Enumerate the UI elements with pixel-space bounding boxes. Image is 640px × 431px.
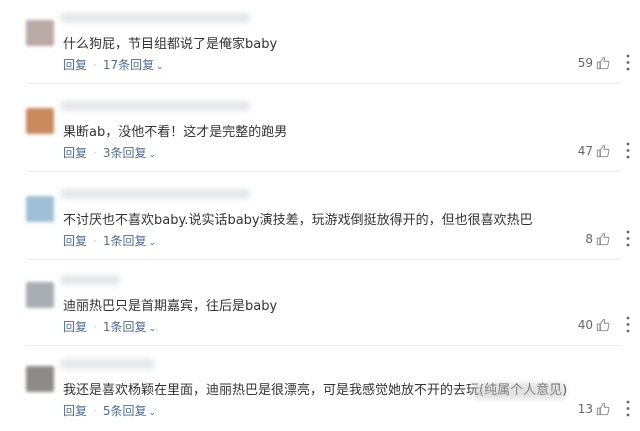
replies-count: 3条回复 [102,146,147,160]
chevron-down-icon: ⌄ [148,324,157,334]
like-control[interactable]: 40 [578,318,610,332]
username-blurred [60,101,250,111]
divider [26,83,620,84]
comment-actions: 回复 · 1条回复 ⌄ [63,318,156,335]
view-replies-button[interactable]: 5条回复 ⌄ [103,404,156,418]
comment-item: 迪丽热巴只是首期嘉宾，往后是baby 回复 · 1条回复 ⌄ 40 [0,262,640,347]
replies-count: 5条回复 [102,404,147,418]
comment-actions: 回复 · 3条回复 ⌄ [63,144,156,161]
separator: · [93,404,97,418]
thumbs-up-icon[interactable] [596,232,610,246]
comment-item: 果断ab，没他不看！这才是完整的跑男 回复 · 3条回复 ⌄ 47 [0,88,640,173]
divider [26,259,620,260]
view-replies-button[interactable]: 3条回复 ⌄ [103,146,156,160]
avatar[interactable] [26,196,54,222]
thumbs-up-icon[interactable] [596,144,610,158]
chevron-down-icon: ⌄ [148,238,157,248]
view-replies-button[interactable]: 1条回复 ⌄ [103,234,156,248]
thumbs-up-icon[interactable] [596,318,610,332]
username-blurred [60,189,250,199]
separator: · [93,234,97,248]
view-replies-button[interactable]: 17条回复 ⌄ [103,58,164,72]
more-vertical-icon[interactable] [626,142,630,159]
like-count: 40 [577,318,593,332]
thumbs-up-icon[interactable] [596,402,610,416]
separator: · [93,146,97,160]
obscured-text-overlay [473,383,565,399]
comment-text: 什么狗屁，节目组都说了是俺家baby [63,37,278,52]
avatar[interactable] [26,282,54,308]
chevron-down-icon: ⌄ [148,150,157,160]
avatar[interactable] [26,20,54,46]
comment-actions: 回复 · 1条回复 ⌄ [63,232,156,249]
username-blurred [60,13,250,23]
comment-text: 不讨厌也不喜欢baby.说实话baby演技差，玩游戏倒挺放得开的，但也很喜欢热巴 [63,213,533,228]
like-control[interactable]: 13 [578,402,610,416]
chevron-down-icon: ⌄ [156,62,164,72]
more-vertical-icon[interactable] [626,400,630,417]
chevron-down-icon: ⌄ [148,408,157,418]
divider [26,171,620,172]
comment-actions: 回复 · 17条回复 ⌄ [63,56,164,73]
comment-item: 我还是喜欢杨颖在里面，迪丽热巴是很漂亮，可是我感觉她放不开的去玩(纯属个人意见)… [0,346,640,431]
like-control[interactable]: 47 [578,144,610,158]
comment-item: 什么狗屁，节目组都说了是俺家baby 回复 · 17条回复 ⌄ 59 [0,0,640,85]
view-replies-button[interactable]: 1条回复 ⌄ [103,320,156,334]
avatar[interactable] [26,366,54,392]
like-control[interactable]: 8 [585,232,610,246]
username-blurred [60,275,120,285]
more-vertical-icon[interactable] [626,54,630,71]
comment-actions: 回复 · 5条回复 ⌄ [63,402,156,419]
more-vertical-icon[interactable] [626,316,630,333]
like-control[interactable]: 59 [578,56,610,70]
reply-button[interactable]: 回复 [63,234,87,248]
comment-text: 迪丽热巴只是首期嘉宾，往后是baby [63,299,278,314]
reply-button[interactable]: 回复 [63,404,87,418]
username-blurred [60,359,155,369]
separator: · [93,58,97,72]
reply-button[interactable]: 回复 [63,320,87,334]
like-count: 59 [577,56,593,70]
thumbs-up-icon[interactable] [596,56,610,70]
replies-count: 17条回复 [102,58,155,72]
avatar[interactable] [26,108,54,134]
replies-count: 1条回复 [102,234,147,248]
more-vertical-icon[interactable] [626,230,630,247]
reply-button[interactable]: 回复 [63,58,87,72]
comment-text: 果断ab，没他不看！这才是完整的跑男 [63,125,288,140]
replies-count: 1条回复 [102,320,147,334]
reply-button[interactable]: 回复 [63,146,87,160]
like-count: 8 [585,232,593,246]
comment-item: 不讨厌也不喜欢baby.说实话baby演技差，玩游戏倒挺放得开的，但也很喜欢热巴… [0,176,640,261]
separator: · [93,320,97,334]
like-count: 13 [577,402,593,416]
like-count: 47 [577,144,593,158]
